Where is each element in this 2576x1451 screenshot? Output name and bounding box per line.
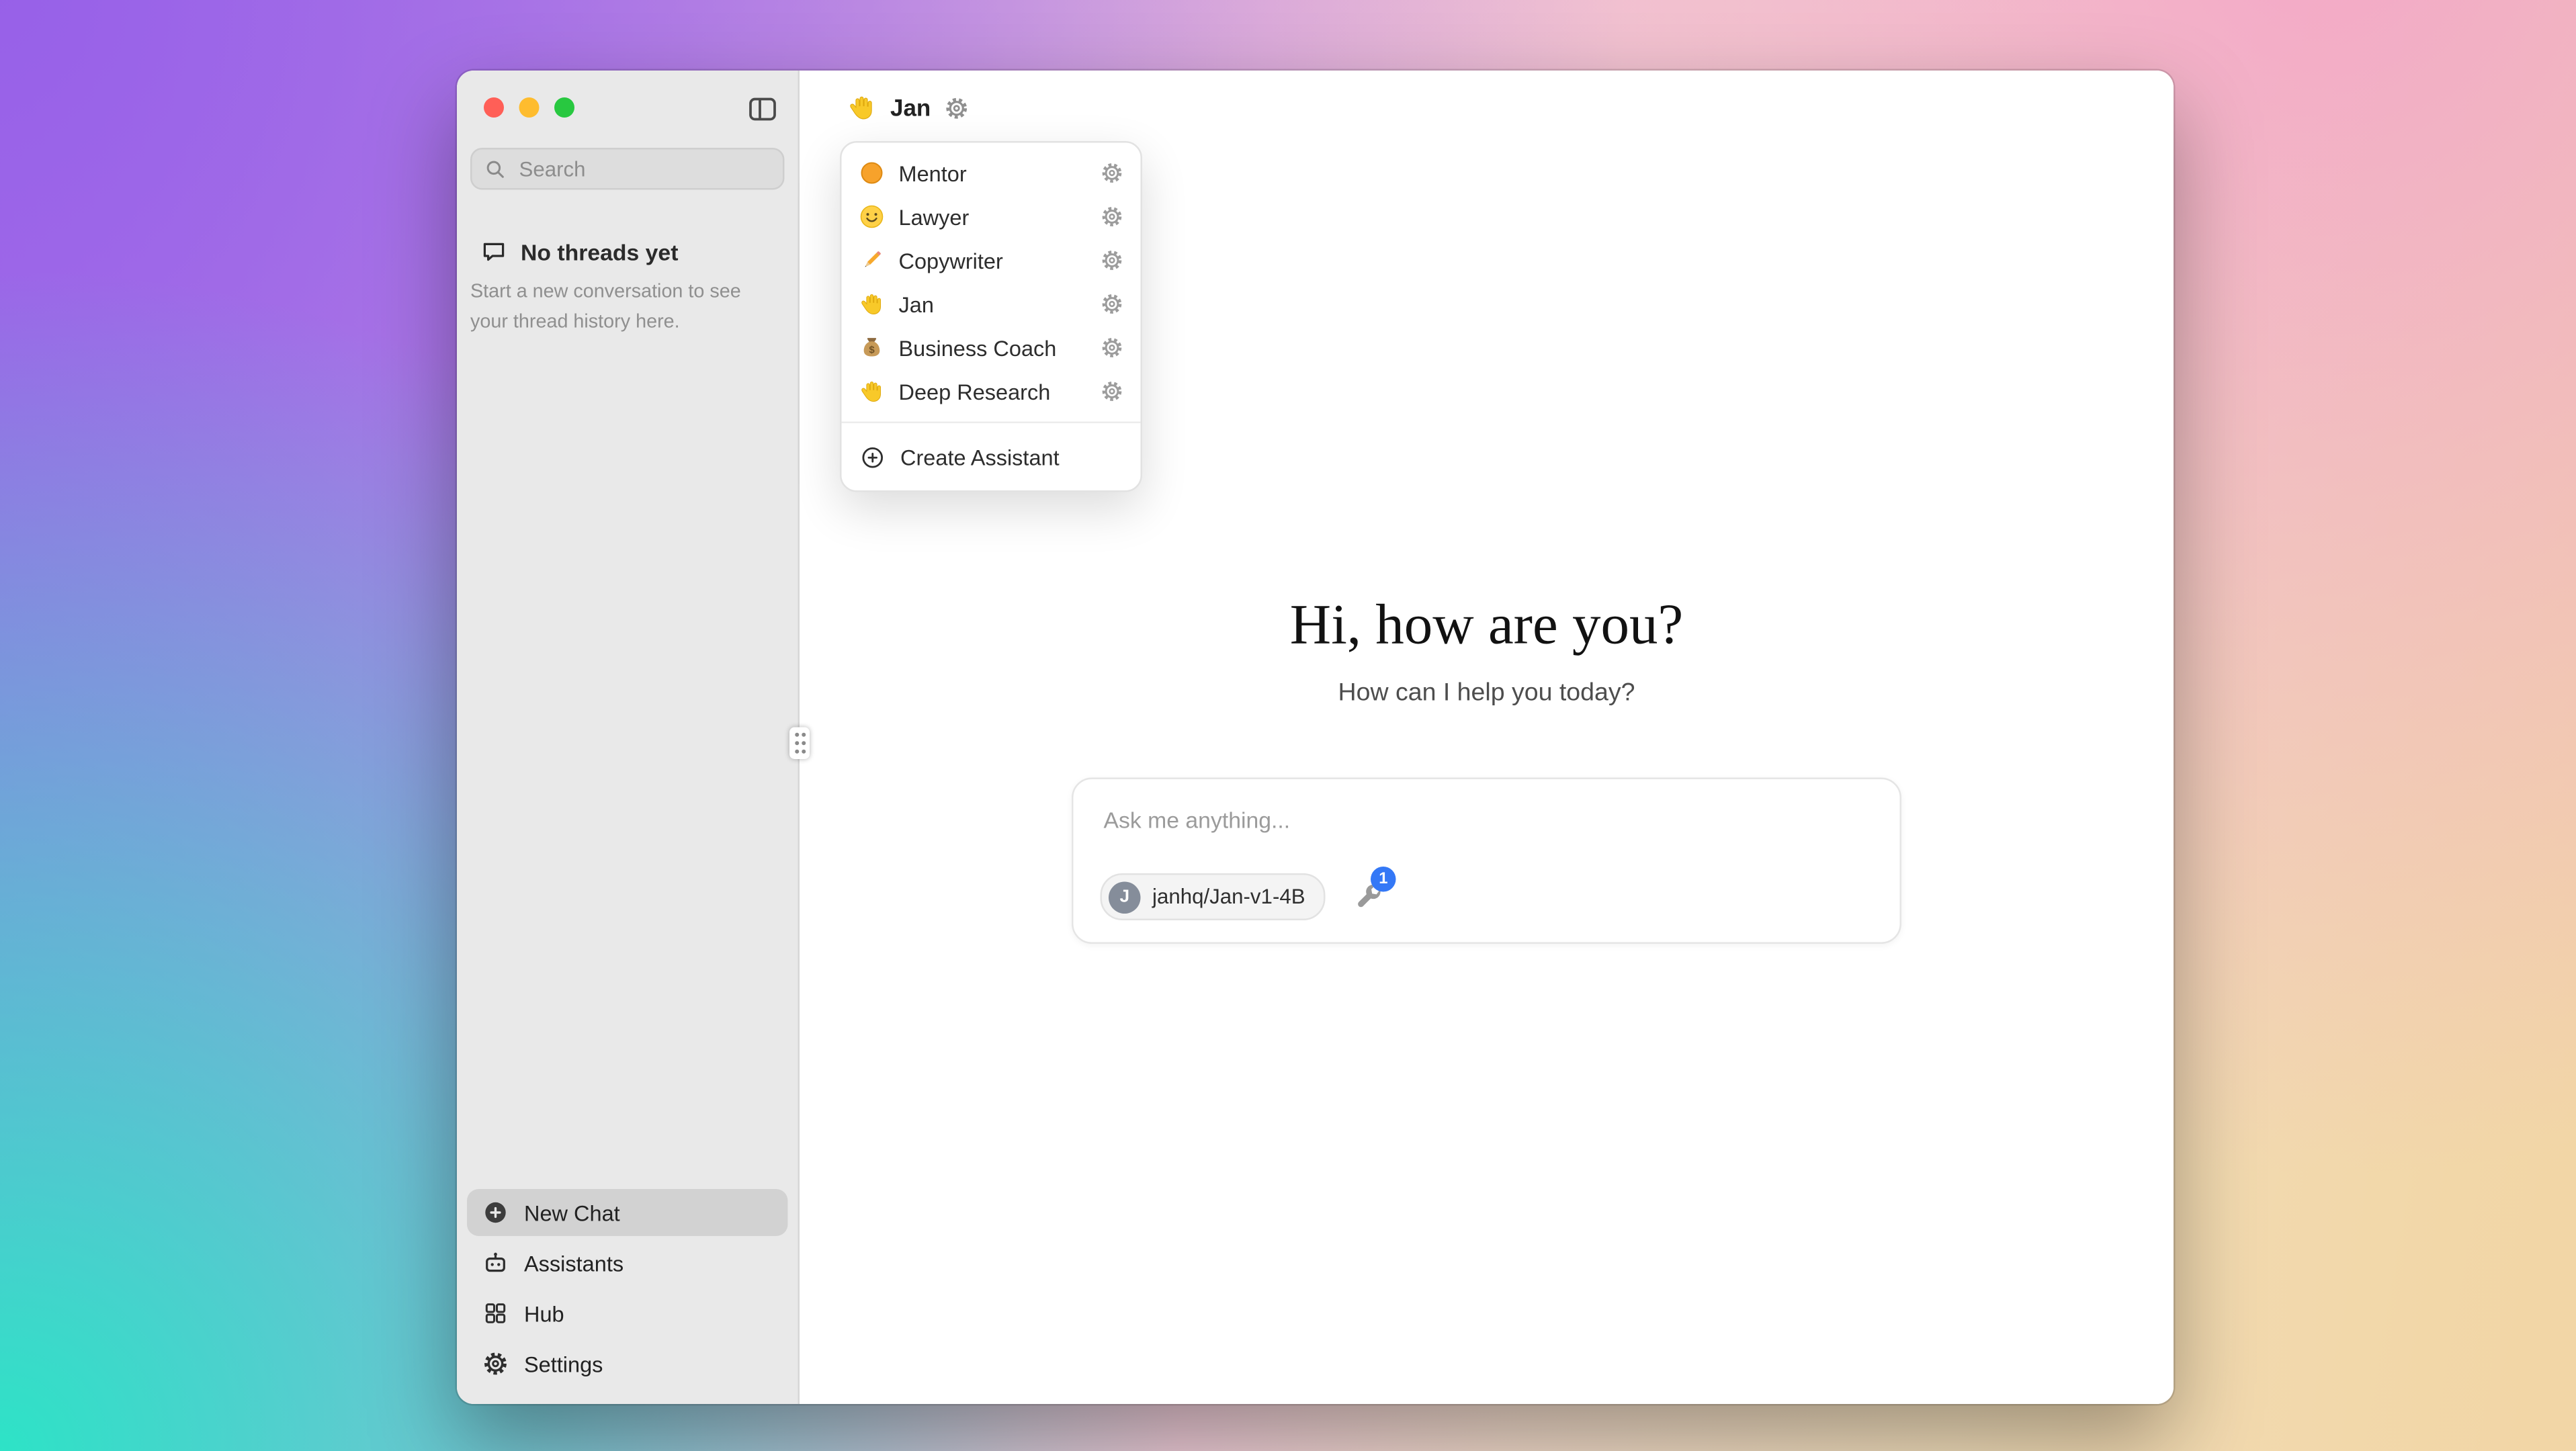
menu-divider: [842, 422, 1141, 424]
model-name: janhq/Jan-v1-4B: [1152, 885, 1305, 909]
zoom-button[interactable]: [554, 97, 574, 118]
chat-bubble-icon: [480, 238, 507, 265]
menu-item-label: Jan: [899, 292, 934, 317]
threads-empty-state: No threads yet Start a new conversation …: [470, 238, 785, 339]
sidebar-item-label: Hub: [524, 1301, 564, 1326]
gear-icon[interactable]: [1101, 292, 1124, 316]
greeting-title: Hi, how are you?: [800, 595, 2174, 658]
gear-icon[interactable]: [1101, 336, 1124, 359]
sidebar-item-label: Assistants: [524, 1250, 624, 1276]
menu-item-label: Lawyer: [899, 204, 970, 230]
search-box[interactable]: [470, 148, 785, 190]
svg-text:$: $: [869, 345, 875, 356]
menu-item-label: Deep Research: [899, 379, 1051, 404]
minimize-button[interactable]: [519, 97, 540, 118]
create-assistant-button[interactable]: Create Assistant: [842, 432, 1141, 482]
orange-circle-icon: [859, 160, 886, 187]
money-bag-icon: $: [859, 335, 886, 361]
menu-item-mentor[interactable]: Mentor: [842, 151, 1141, 195]
menu-item-lawyer[interactable]: Lawyer: [842, 195, 1141, 238]
sidebar-item-label: New Chat: [524, 1200, 620, 1225]
search-input[interactable]: [516, 155, 793, 182]
sidebar-nav: New Chat Assistants: [467, 1186, 788, 1387]
gear-icon[interactable]: [1101, 205, 1124, 228]
menu-item-copywriter[interactable]: Copywriter: [842, 238, 1141, 282]
composer-toolbar: J janhq/Jan-v1-4B 1: [1101, 873, 1385, 920]
model-selector[interactable]: J janhq/Jan-v1-4B: [1101, 873, 1326, 920]
tools-count-badge: 1: [1371, 867, 1396, 892]
gear-icon[interactable]: [1101, 161, 1124, 185]
menu-item-label: Business Coach: [899, 335, 1057, 361]
model-avatar: J: [1109, 881, 1141, 913]
grid-icon: [482, 1300, 509, 1327]
robot-icon: [482, 1249, 509, 1276]
gear-icon[interactable]: [1101, 249, 1124, 272]
desktop-wallpaper: No threads yet Start a new conversation …: [0, 0, 2576, 1451]
sidebar-toggle-icon[interactable]: [746, 93, 779, 126]
main-header: Jan: [800, 71, 2174, 144]
wave-hand-icon: [859, 291, 886, 318]
wave-hand-icon: [847, 93, 877, 123]
menu-item-business-coach[interactable]: $ Business Coach: [842, 326, 1141, 369]
assistant-title[interactable]: Jan: [890, 94, 931, 121]
empty-state-title: No threads yet: [521, 239, 678, 265]
sidebar-item-settings[interactable]: Settings: [467, 1340, 788, 1387]
gear-icon: [482, 1350, 509, 1377]
empty-state-description: Start a new conversation to see your thr…: [470, 279, 785, 339]
menu-item-label: Copywriter: [899, 248, 1003, 273]
pencil-icon: [859, 247, 886, 274]
menu-item-deep-research[interactable]: Deep Research: [842, 369, 1141, 413]
greeting-subtitle: How can I help you today?: [800, 678, 2174, 707]
wave-hand-icon: [859, 378, 886, 405]
window-controls: [484, 97, 574, 118]
tools-button[interactable]: 1: [1354, 882, 1384, 912]
app-window: No threads yet Start a new conversation …: [457, 71, 2174, 1404]
assistant-settings-gear-icon[interactable]: [944, 95, 970, 120]
chat-composer[interactable]: J janhq/Jan-v1-4B 1: [1072, 778, 1901, 944]
sidebar-item-new-chat[interactable]: New Chat: [467, 1189, 788, 1236]
sidebar-item-assistants[interactable]: Assistants: [467, 1239, 788, 1286]
close-button[interactable]: [484, 97, 504, 118]
hugging-face-icon: [859, 204, 886, 230]
plus-circle-icon: [482, 1199, 509, 1226]
sidebar-item-hub[interactable]: Hub: [467, 1290, 788, 1337]
welcome-block: Hi, how are you? How can I help you toda…: [800, 595, 2174, 707]
grip-dots-icon: [792, 731, 808, 756]
pane-resize-handle[interactable]: [789, 728, 810, 760]
create-assistant-label: Create Assistant: [900, 444, 1060, 470]
menu-item-jan[interactable]: Jan: [842, 282, 1141, 326]
main-panel: Jan Mentor: [800, 71, 2174, 1404]
assistant-menu: Mentor: [840, 141, 1142, 492]
sidebar: No threads yet Start a new conversation …: [457, 71, 800, 1404]
message-input[interactable]: [1101, 806, 1873, 835]
menu-item-label: Mentor: [899, 161, 967, 186]
search-icon: [484, 157, 507, 181]
gear-icon[interactable]: [1101, 380, 1124, 403]
sidebar-item-label: Settings: [524, 1351, 603, 1376]
plus-circle-outline-icon: [860, 444, 886, 470]
